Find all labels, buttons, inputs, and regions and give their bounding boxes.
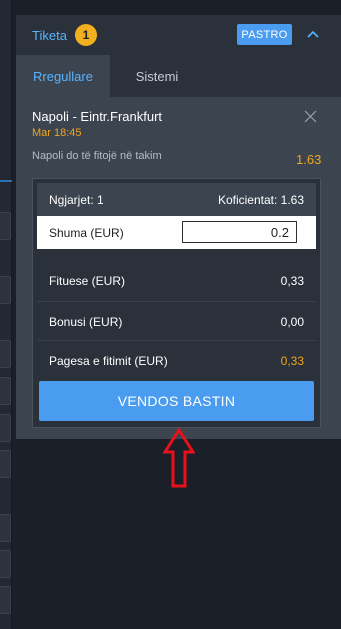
match-title: Napoli - Eintr.Frankfurt <box>32 109 163 124</box>
events-count: Ngjarjet: 1 <box>49 192 104 207</box>
events-odds-row: Ngjarjet: 1 Koficientat: 1.63 <box>37 183 316 216</box>
sidebar-stub-button[interactable] <box>0 212 11 240</box>
total-odds: Koficientat: 1.63 <box>217 192 304 207</box>
payout-row: Pagesa e fitimit (EUR) 0,33 <box>37 340 316 380</box>
betslip-panel: Tiketa 1 PASTRO Rregullare Sistemi Napol… <box>16 15 341 439</box>
payout-label: Pagesa e fitimit (EUR) <box>49 353 168 368</box>
stake-row: Shuma (EUR) <box>37 216 316 249</box>
tab-rregullare[interactable]: Rregullare <box>16 55 110 97</box>
place-bet-button[interactable]: VENDOS BASTIN <box>39 381 314 421</box>
betslip-content: Napoli - Eintr.Frankfurt Mar 18:45 Napol… <box>16 97 341 439</box>
sidebar-stub-button[interactable] <box>0 340 11 368</box>
stake-label: Shuma (EUR) <box>49 225 124 240</box>
bet-type-tabs: Rregullare Sistemi <box>16 55 341 97</box>
match-time: Mar 18:45 <box>32 127 82 139</box>
clear-button[interactable]: PASTRO <box>237 24 292 45</box>
selection-odd: 1.63 <box>296 152 322 167</box>
winnings-value: 0,33 <box>280 274 304 288</box>
stake-input[interactable] <box>182 221 297 243</box>
bet-summary: Ngjarjet: 1 Koficientat: 1.63 Shuma (EUR… <box>32 178 321 428</box>
betslip-title: Tiketa <box>32 27 67 43</box>
payout-value: 0,33 <box>280 353 304 368</box>
red-up-arrow-icon <box>163 428 195 488</box>
sidebar-stub-button[interactable] <box>0 414 11 442</box>
sidebar-stub-button[interactable] <box>0 514 11 542</box>
bonus-value: 0,00 <box>280 314 304 329</box>
sidebar-stub-button[interactable] <box>0 586 11 614</box>
selection-market: Napoli do të fitojë në takim <box>32 150 162 162</box>
tab-sistemi[interactable]: Sistemi <box>110 55 204 97</box>
winnings-row: Fituese (EUR) 0,33 <box>37 261 316 301</box>
left-sidebar-strip <box>0 0 12 629</box>
sidebar-stub-button[interactable] <box>0 450 11 478</box>
selection-count-badge: 1 <box>74 24 97 46</box>
bonus-row: Bonusi (EUR) 0,00 <box>37 301 316 341</box>
winnings-label: Fituese (EUR) <box>49 274 126 288</box>
betslip-header: Tiketa 1 PASTRO <box>16 15 341 55</box>
sidebar-stub-button[interactable] <box>0 550 11 578</box>
chevron-up-icon[interactable] <box>306 27 320 41</box>
sidebar-stub-button[interactable] <box>0 276 11 304</box>
close-icon[interactable] <box>304 110 317 123</box>
bonus-label: Bonusi (EUR) <box>49 314 123 329</box>
sidebar-stub-button[interactable] <box>0 377 11 405</box>
sidebar-accent-line <box>0 180 12 182</box>
